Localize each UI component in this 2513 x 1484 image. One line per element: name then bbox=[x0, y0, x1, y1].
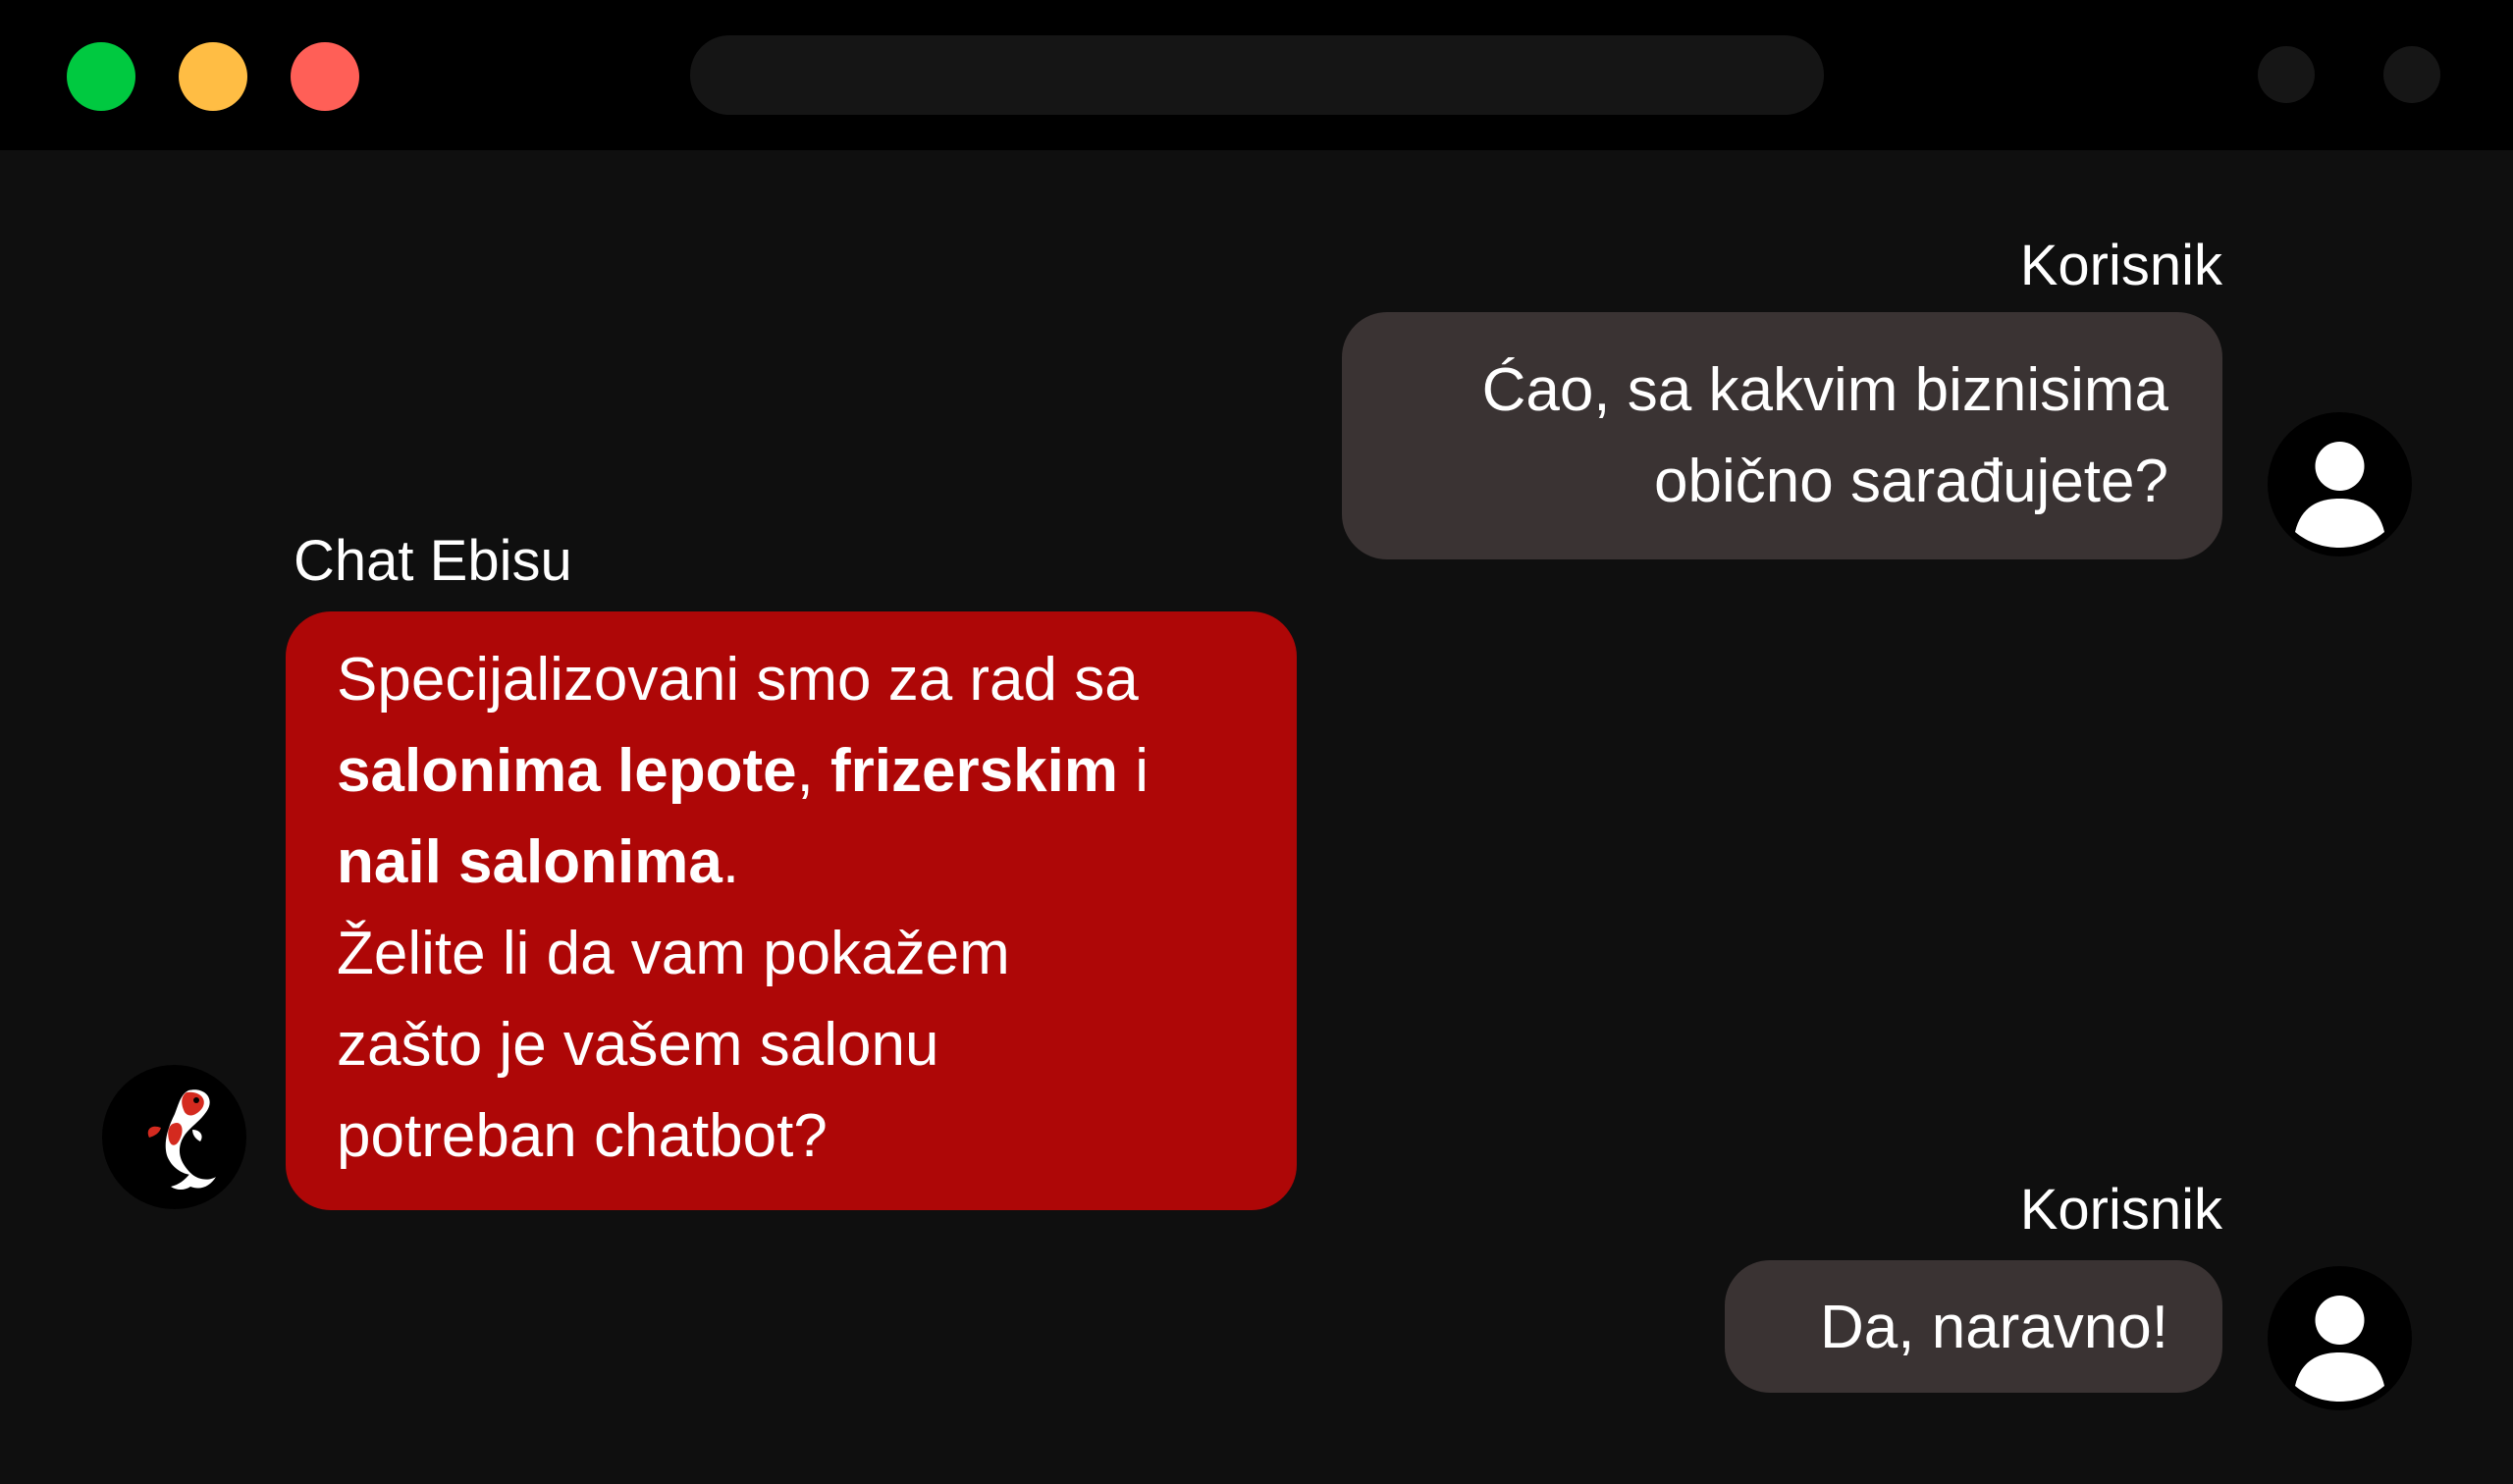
separator-text: , bbox=[796, 737, 831, 805]
message-text-line: Specijalizovani smo za rad sa bbox=[337, 646, 1139, 714]
message-text-line: nail salonima. bbox=[337, 817, 1257, 908]
user-avatar-graphic bbox=[2295, 1296, 2384, 1402]
message-text-line: Da, naravno! bbox=[1820, 1294, 2168, 1361]
user-silhouette-icon bbox=[2268, 412, 2412, 556]
bot-avatar-graphic bbox=[147, 1089, 216, 1190]
highlight-text: frizerskim bbox=[830, 737, 1118, 805]
message-text-line: Želite li da vam pokažem bbox=[337, 920, 1010, 987]
minimize-window-button[interactable] bbox=[179, 42, 247, 111]
zoom-window-button[interactable] bbox=[67, 42, 135, 111]
address-bar[interactable] bbox=[690, 35, 1824, 115]
message-text-line: salonima lepote, frizerskim i bbox=[337, 725, 1257, 817]
toolbar-button-1[interactable] bbox=[2258, 46, 2315, 103]
window-titlebar bbox=[0, 0, 2513, 150]
message-text-line: potreban chatbot? bbox=[337, 1102, 828, 1170]
sender-label-bot: Chat Ebisu bbox=[294, 529, 572, 593]
highlight-text: nail salonima bbox=[337, 828, 722, 896]
koi-fish-icon bbox=[102, 1065, 246, 1209]
sender-label-user: Korisnik bbox=[2019, 234, 2222, 297]
message-text-line: Ćao, sa kakvim biznisima bbox=[1481, 356, 2168, 424]
user-avatar-graphic bbox=[2295, 442, 2384, 548]
close-window-button[interactable] bbox=[291, 42, 359, 111]
highlight-text: salonima lepote bbox=[337, 737, 797, 805]
bot-message-bubble: Specijalizovani smo za rad sa salonima l… bbox=[286, 611, 1297, 1210]
sender-label-user: Korisnik bbox=[2019, 1178, 2222, 1242]
toolbar-button-2[interactable] bbox=[2383, 46, 2440, 103]
separator-text: . bbox=[722, 828, 740, 896]
message-text-line: zašto je vašem salonu bbox=[337, 1011, 939, 1079]
user-message-bubble: Ćao, sa kakvim biznisima obično sarađuje… bbox=[1342, 312, 2222, 559]
message-text-line: obično sarađujete? bbox=[1654, 448, 2168, 515]
chat-window: Korisnik Ćao, sa kakvim biznisima obično… bbox=[0, 0, 2513, 1484]
user-silhouette-icon bbox=[2268, 1266, 2412, 1410]
separator-text: i bbox=[1117, 737, 1149, 805]
user-message-bubble: Da, naravno! bbox=[1725, 1260, 2222, 1393]
